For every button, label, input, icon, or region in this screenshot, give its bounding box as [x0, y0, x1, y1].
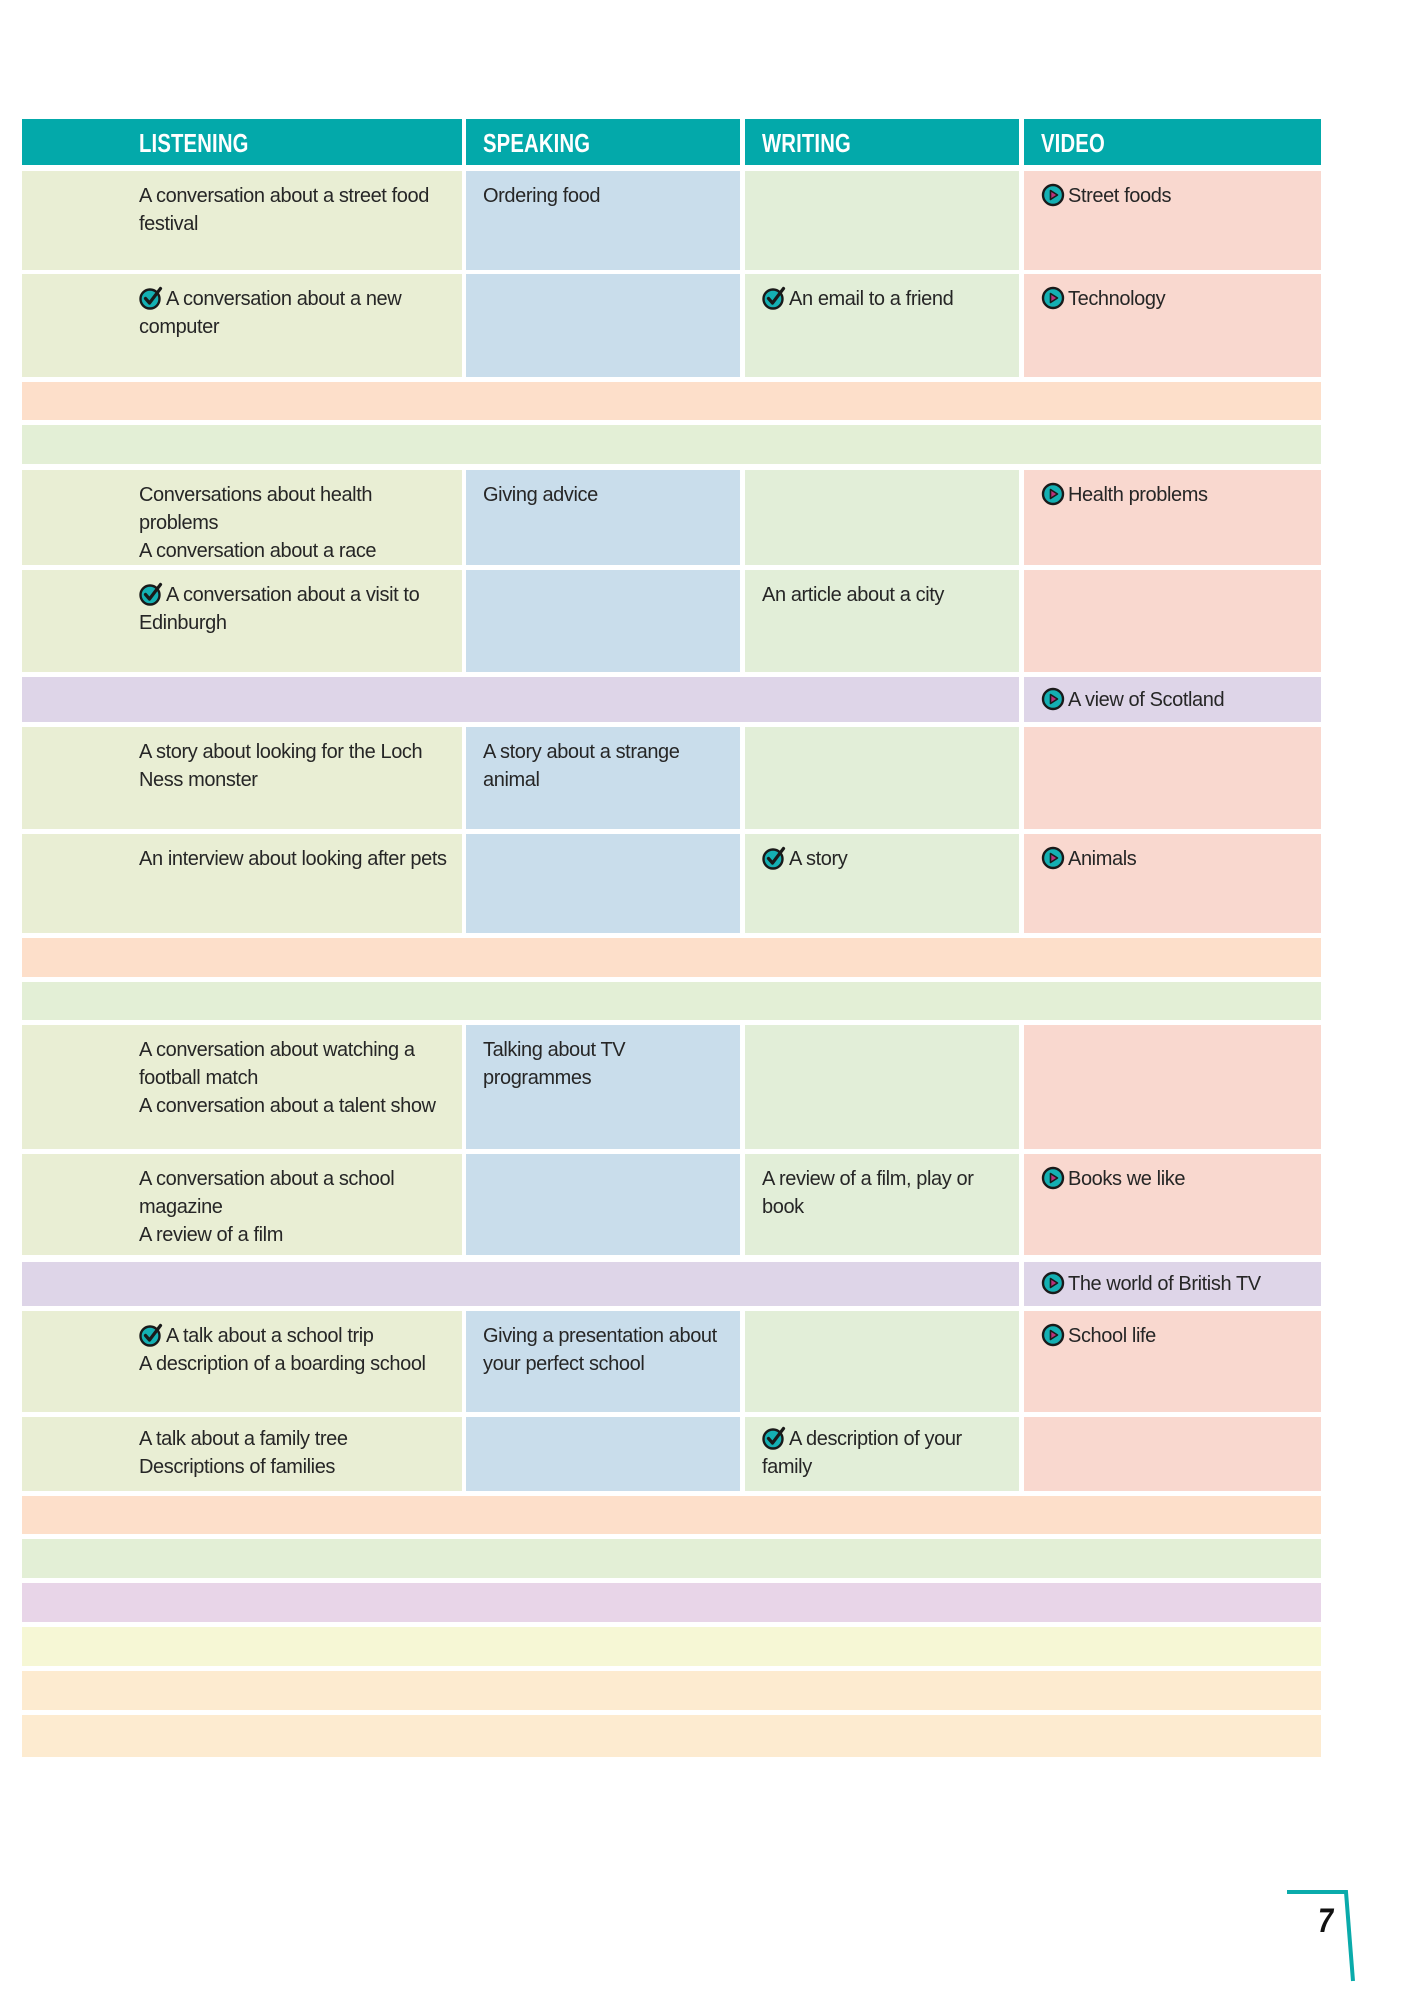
- video-cell[interactable]: Books we like: [1024, 1154, 1321, 1255]
- play-circle-icon[interactable]: [1041, 286, 1065, 310]
- check-circle-icon: [762, 846, 786, 870]
- listening-cell: A conversation about a school magazine A…: [22, 1154, 462, 1255]
- listening-cell: A conversation about a street food festi…: [22, 171, 462, 270]
- divider-band-peach: [22, 382, 1321, 420]
- video-cell[interactable]: School life: [1024, 1311, 1321, 1412]
- table-row: An interview about looking after pets A …: [22, 834, 1321, 933]
- speaking-cell: Ordering food: [466, 171, 740, 270]
- speaking-cell: A story about a strange animal: [466, 727, 740, 829]
- writing-cell: [745, 1025, 1019, 1149]
- divider-band-green: [22, 425, 1321, 464]
- divider-band-orange: [22, 1671, 1321, 1710]
- purple-band: [22, 677, 1019, 722]
- speaking-cell: Giving advice: [466, 470, 740, 565]
- check-circle-icon: [762, 286, 786, 310]
- divider-band-orange: [22, 1715, 1321, 1757]
- page-number: 7: [1318, 1902, 1334, 1940]
- table-row: A conversation about a new computer An e…: [22, 274, 1321, 377]
- table-row: A conversation about a school magazine A…: [22, 1154, 1321, 1255]
- table-header: LISTENING SPEAKING WRITING VIDEO: [22, 119, 1321, 165]
- table-row: Conversations about health problems A co…: [22, 470, 1321, 565]
- play-circle-icon[interactable]: [1041, 1323, 1065, 1347]
- speaking-cell: Talking about TV programmes: [466, 1025, 740, 1149]
- table-row: A conversation about a street food festi…: [22, 171, 1321, 270]
- video-link[interactable]: Health problems: [1068, 484, 1208, 506]
- writing-cell: [745, 1311, 1019, 1412]
- listening-cell: An interview about looking after pets: [22, 834, 462, 933]
- video-link[interactable]: A view of Scotland: [1068, 689, 1225, 711]
- writing-cell: A description of your family: [745, 1417, 1019, 1491]
- divider-band-lilac: [22, 1583, 1321, 1622]
- video-link[interactable]: School life: [1068, 1325, 1156, 1347]
- video-link[interactable]: The world of British TV: [1068, 1273, 1261, 1295]
- check-circle-icon: [139, 1323, 163, 1347]
- video-cell[interactable]: Animals: [1024, 834, 1321, 933]
- video-cell: [1024, 570, 1321, 672]
- writing-cell: A review of a film, play or book: [745, 1154, 1019, 1255]
- check-circle-icon: [139, 286, 163, 310]
- video-cell[interactable]: A view of Scotland: [1024, 677, 1321, 722]
- listening-cell: A conversation about watching a football…: [22, 1025, 462, 1149]
- divider-band-green: [22, 1539, 1321, 1578]
- table-row: A talk about a school trip A description…: [22, 1311, 1321, 1412]
- speaking-cell: Giving a presentation about your perfect…: [466, 1311, 740, 1412]
- writing-cell: An article about a city: [745, 570, 1019, 672]
- video-cell[interactable]: The world of British TV: [1024, 1262, 1321, 1306]
- play-circle-icon[interactable]: [1041, 1271, 1065, 1295]
- purple-band: [22, 1262, 1019, 1306]
- divider-band-yellow: [22, 1627, 1321, 1666]
- listening-cell: A conversation about a new computer: [22, 274, 462, 377]
- video-cell: [1024, 1417, 1321, 1491]
- table-row: A conversation about a visit to Edinburg…: [22, 570, 1321, 672]
- listening-cell: A story about looking for the Loch Ness …: [22, 727, 462, 829]
- table-row: A story about looking for the Loch Ness …: [22, 727, 1321, 829]
- video-cell: [1024, 1025, 1321, 1149]
- speaking-cell: [466, 274, 740, 377]
- speaking-cell: [466, 570, 740, 672]
- video-link[interactable]: Street foods: [1068, 185, 1171, 207]
- header-speaking: SPEAKING: [466, 119, 740, 165]
- listening-cell: A talk about a family tree Descriptions …: [22, 1417, 462, 1491]
- writing-cell: [745, 470, 1019, 565]
- video-cell: [1024, 727, 1321, 829]
- writing-cell: [745, 727, 1019, 829]
- table-row-video-only: A view of Scotland: [22, 677, 1321, 722]
- divider-band-peach: [22, 938, 1321, 977]
- video-link[interactable]: Animals: [1068, 848, 1137, 870]
- play-circle-icon[interactable]: [1041, 846, 1065, 870]
- table-row: A conversation about watching a football…: [22, 1025, 1321, 1149]
- table-row: A talk about a family tree Descriptions …: [22, 1417, 1321, 1491]
- writing-cell: A story: [745, 834, 1019, 933]
- video-cell[interactable]: Health problems: [1024, 470, 1321, 565]
- check-circle-icon: [139, 582, 163, 606]
- writing-cell: An email to a friend: [745, 274, 1019, 377]
- play-circle-icon[interactable]: [1041, 1166, 1065, 1190]
- play-circle-icon[interactable]: [1041, 183, 1065, 207]
- check-circle-icon: [762, 1426, 786, 1450]
- video-cell[interactable]: Technology: [1024, 274, 1321, 377]
- divider-band-peach: [22, 1496, 1321, 1534]
- speaking-cell: [466, 1417, 740, 1491]
- video-cell[interactable]: Street foods: [1024, 171, 1321, 270]
- play-circle-icon[interactable]: [1041, 482, 1065, 506]
- table-row-video-only: The world of British TV: [22, 1262, 1321, 1306]
- header-listening: LISTENING: [22, 119, 462, 165]
- video-link[interactable]: Technology: [1068, 288, 1166, 310]
- writing-cell: [745, 171, 1019, 270]
- listening-cell: A conversation about a visit to Edinburg…: [22, 570, 462, 672]
- speaking-cell: [466, 1154, 740, 1255]
- listening-cell: A talk about a school trip A description…: [22, 1311, 462, 1412]
- listening-cell: Conversations about health problems A co…: [22, 470, 462, 565]
- divider-band-green: [22, 982, 1321, 1020]
- video-link[interactable]: Books we like: [1068, 1168, 1185, 1190]
- speaking-cell: [466, 834, 740, 933]
- header-video: VIDEO: [1024, 119, 1321, 165]
- header-writing: WRITING: [745, 119, 1019, 165]
- play-circle-icon[interactable]: [1041, 687, 1065, 711]
